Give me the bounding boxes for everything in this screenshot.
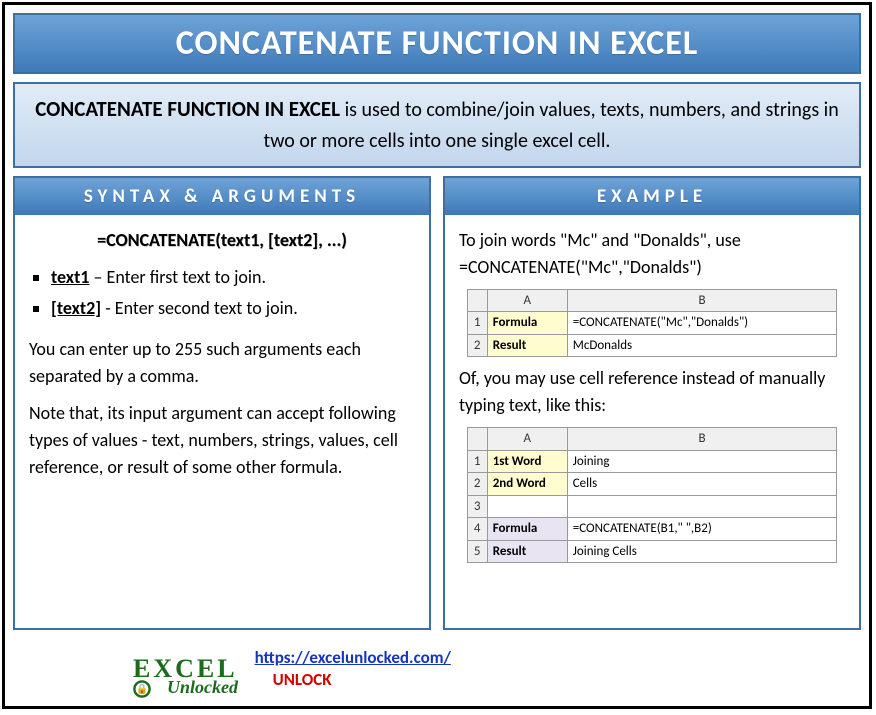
cell	[487, 495, 567, 518]
example-intro: Of, you may use cell reference instead o…	[459, 365, 845, 419]
cell: Result	[487, 334, 567, 357]
col-header: B	[567, 289, 837, 312]
example-intro: To join words "Mc" and "Donalds", use =C…	[459, 227, 845, 281]
syntax-para: Note that, its input argument can accept…	[29, 400, 415, 481]
row-header: 5	[467, 540, 487, 563]
syntax-para: You can enter up to 255 such arguments e…	[29, 336, 415, 390]
arg-item: text1 – Enter first text to join.	[51, 264, 415, 291]
cell-corner	[467, 428, 487, 451]
footer: E X C E L Unlocked 🔒 https://excelunlock…	[13, 638, 861, 698]
cell: =CONCATENATE("Mc","Donalds")	[567, 312, 837, 335]
example-header: EXAMPLE	[445, 178, 859, 215]
syntax-body: =CONCATENATE(text1, [text2], ...) text1 …	[15, 215, 429, 493]
col-header: A	[487, 428, 567, 451]
arg-desc: – Enter first text to join.	[89, 266, 266, 288]
syntax-header: SYNTAX & ARGUMENTS	[15, 178, 429, 215]
col-header: A	[487, 289, 567, 312]
cell	[567, 495, 837, 518]
arg-item: [text2] - Enter second text to join.	[51, 295, 415, 322]
logo-subtitle: Unlocked	[167, 677, 238, 698]
description-bold: CONCATENATE FUNCTION IN EXCEL	[35, 96, 340, 122]
argument-list: text1 – Enter first text to join. [text2…	[29, 264, 415, 326]
cell: Formula	[487, 312, 567, 335]
cell: 1st Word	[487, 450, 567, 473]
logo: E X C E L Unlocked 🔒	[133, 654, 235, 684]
arg-desc: - Enter second text to join.	[101, 297, 298, 319]
row-header: 2	[467, 473, 487, 496]
unlock-text: UNLOCK	[255, 669, 451, 691]
cell-corner	[467, 289, 487, 312]
description-text: is used to combine/join values, texts, n…	[264, 98, 839, 153]
row-header: 1	[467, 312, 487, 335]
excel-table-1: A B 1 Formula =CONCATENATE("Mc","Donalds…	[467, 289, 838, 358]
excel-table-2: A B 11st WordJoining 22nd WordCells 3 4F…	[467, 427, 838, 563]
cell: =CONCATENATE(B1," ",B2)	[567, 518, 837, 541]
example-body: To join words "Mc" and "Donalds", use =C…	[445, 215, 859, 578]
col-header: B	[567, 428, 837, 451]
cell: Formula	[487, 518, 567, 541]
syntax-formula: =CONCATENATE(text1, [text2], ...)	[29, 227, 415, 254]
syntax-column: SYNTAX & ARGUMENTS =CONCATENATE(text1, […	[13, 176, 431, 631]
cell: Joining	[567, 450, 837, 473]
row-header: 1	[467, 450, 487, 473]
columns: SYNTAX & ARGUMENTS =CONCATENATE(text1, […	[13, 176, 861, 631]
cell: McDonalds	[567, 334, 837, 357]
cell: Result	[487, 540, 567, 563]
row-header: 2	[467, 334, 487, 357]
description-box: CONCATENATE FUNCTION IN EXCEL is used to…	[13, 82, 861, 168]
title-banner: CONCATENATE FUNCTION IN EXCEL	[13, 13, 861, 74]
row-header: 3	[467, 495, 487, 518]
arg-name: text1	[51, 266, 89, 288]
example-column: EXAMPLE To join words "Mc" and "Donalds"…	[443, 176, 861, 631]
lock-icon: 🔒	[133, 680, 151, 698]
document-frame: CONCATENATE FUNCTION IN EXCEL CONCATENAT…	[2, 2, 872, 709]
cell: 2nd Word	[487, 473, 567, 496]
row-header: 4	[467, 518, 487, 541]
website-link[interactable]: https://excelunlocked.com/	[255, 647, 451, 669]
cell: Joining Cells	[567, 540, 837, 563]
footer-links: https://excelunlocked.com/ UNLOCK	[255, 647, 451, 691]
cell: Cells	[567, 473, 837, 496]
arg-name: [text2]	[51, 297, 101, 319]
